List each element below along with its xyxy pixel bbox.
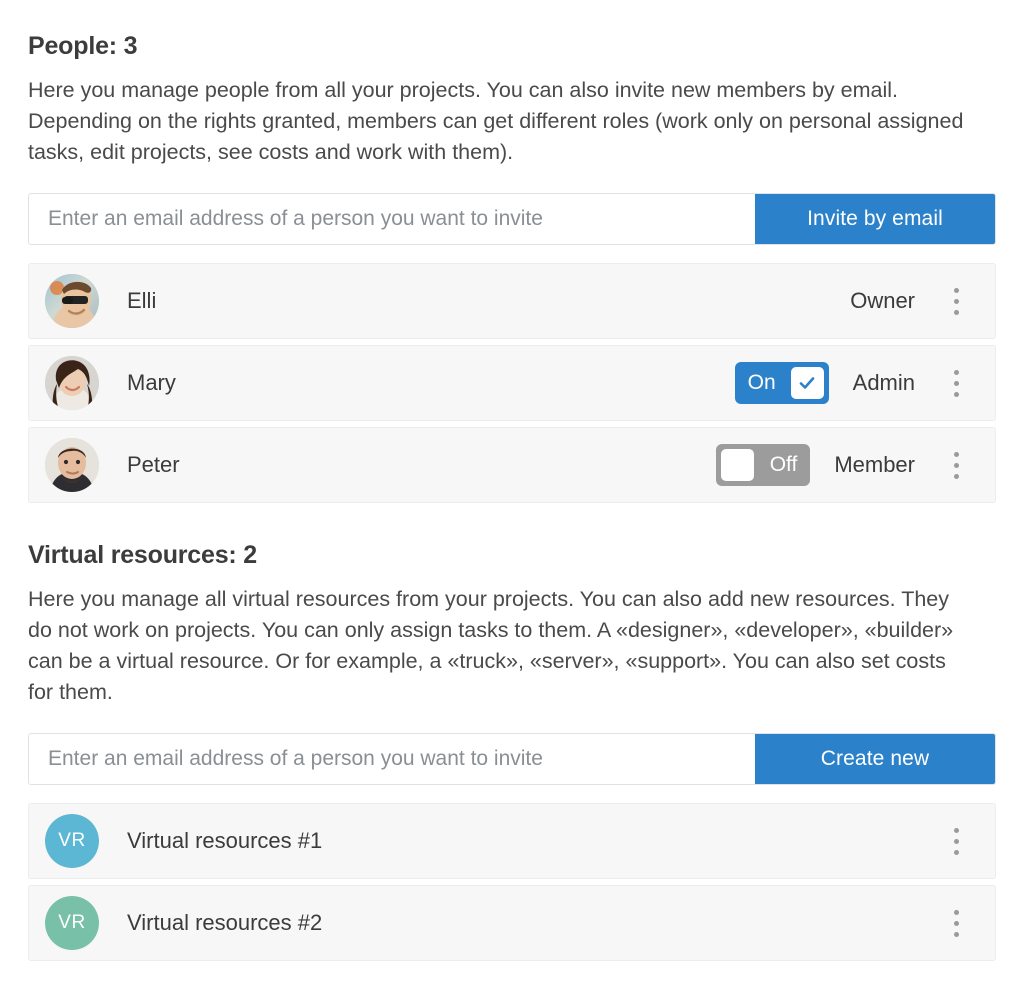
member-access-toggle-off[interactable]: Off: [716, 444, 811, 486]
resources-section-description: Here you manage all virtual resources fr…: [28, 587, 954, 704]
resource-email-input[interactable]: [29, 734, 755, 784]
kebab-menu-icon[interactable]: [941, 278, 971, 324]
toggle-label: Off: [769, 453, 798, 476]
table-row[interactable]: VR Virtual resources #1: [28, 803, 996, 879]
create-new-button[interactable]: Create new: [755, 734, 995, 784]
avatar: VR: [45, 896, 99, 950]
kebab-menu-icon[interactable]: [941, 818, 971, 864]
member-access-toggle-on[interactable]: On: [734, 362, 829, 404]
check-icon: [790, 367, 824, 399]
avatar: VR: [45, 814, 99, 868]
member-name: Peter: [127, 452, 180, 477]
table-row[interactable]: VR Virtual resources #2: [28, 885, 996, 961]
member-name: Mary: [127, 370, 176, 395]
kebab-menu-icon[interactable]: [941, 442, 971, 488]
member-role: Admin: [852, 370, 915, 395]
avatar-initials: VR: [45, 814, 99, 868]
resources-list: VR Virtual resources #1 VR Virtual resou…: [28, 803, 996, 961]
resource-name: Virtual resources #1: [127, 828, 323, 853]
resource-name: Virtual resources #2: [127, 910, 323, 935]
invite-by-email-button[interactable]: Invite by email: [755, 194, 995, 244]
create-resource-row: Create new: [28, 733, 996, 785]
avatar: [45, 356, 99, 410]
avatar: [45, 274, 99, 328]
table-row[interactable]: Peter Off Member: [28, 427, 996, 503]
member-name: Elli: [127, 288, 157, 313]
member-role: Owner: [850, 288, 915, 313]
toggle-knob: [721, 449, 755, 481]
people-section-title: People: 3: [28, 32, 138, 60]
avatar-initials: VR: [45, 896, 99, 950]
toggle-label: On: [747, 371, 776, 394]
kebab-menu-icon[interactable]: [941, 900, 971, 946]
people-and-resources-page: People: 3 Here you manage people from al…: [0, 0, 1024, 997]
invite-email-input[interactable]: [29, 194, 755, 244]
resources-section-title: Virtual resources: 2: [28, 541, 257, 569]
people-section-description: Here you manage people from all your pro…: [28, 78, 964, 164]
table-row[interactable]: Mary On Admin: [28, 345, 996, 421]
people-list: Elli Owner Mary On Admin Peter Off Membe…: [28, 263, 996, 503]
avatar: [45, 438, 99, 492]
kebab-menu-icon[interactable]: [941, 360, 971, 406]
member-role: Member: [834, 452, 915, 477]
table-row[interactable]: Elli Owner: [28, 263, 996, 339]
invite-by-email-row: Invite by email: [28, 193, 996, 245]
